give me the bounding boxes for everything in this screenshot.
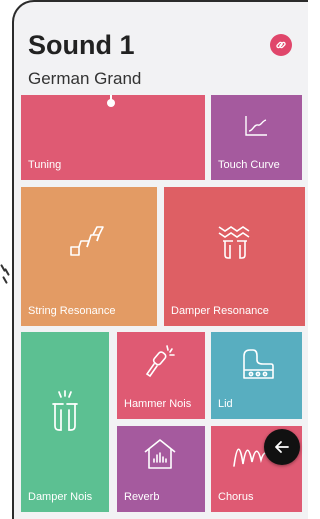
hammer-noise-tile[interactable]: Hammer Nois <box>117 332 205 419</box>
page-subtitle: German Grand <box>28 69 142 88</box>
damper-resonance-tile[interactable]: Damper Resonance <box>164 187 305 326</box>
touch-curve-label: Touch Curve <box>218 159 280 171</box>
piano-lid-icon <box>243 349 274 379</box>
lid-tile[interactable]: Lid <box>211 332 302 419</box>
app-screen: Sound 1 German Grand Tuning Touch Curve <box>12 0 308 519</box>
reverb-tile[interactable]: Reverb <box>117 426 205 512</box>
damper-noise-label: Damper Nois <box>28 491 93 503</box>
chorus-label: Chorus <box>218 491 254 503</box>
graph-icon <box>245 116 267 136</box>
tuning-label: Tuning <box>28 159 62 171</box>
string-icon <box>70 226 104 256</box>
touch-curve-tile[interactable]: Touch Curve <box>211 95 302 180</box>
arrow-left-icon <box>275 441 289 453</box>
tuning-tile[interactable]: Tuning <box>21 95 205 180</box>
string-resonance-tile[interactable]: String Resonance <box>21 187 157 326</box>
side-marks <box>0 262 12 288</box>
lid-label: Lid <box>218 398 233 410</box>
string-resonance-label: String Resonance <box>28 305 116 317</box>
house-reverb-icon <box>144 439 176 469</box>
link-icon <box>276 41 286 49</box>
damper-icon <box>52 390 78 431</box>
bottom-edge <box>14 514 308 519</box>
back-button[interactable] <box>264 429 300 465</box>
damper-resonance-label: Damper Resonance <box>171 305 269 317</box>
damper-noise-tile[interactable]: Damper Nois <box>21 332 109 512</box>
tuning-indicator <box>107 95 115 107</box>
damper-resonance-icon <box>218 226 250 259</box>
reverb-label: Reverb <box>124 491 160 503</box>
hammer-noise-label: Hammer Nois <box>124 398 192 410</box>
page-title: Sound 1 <box>28 30 135 60</box>
link-button[interactable] <box>270 34 292 56</box>
hammer-icon <box>145 345 175 378</box>
